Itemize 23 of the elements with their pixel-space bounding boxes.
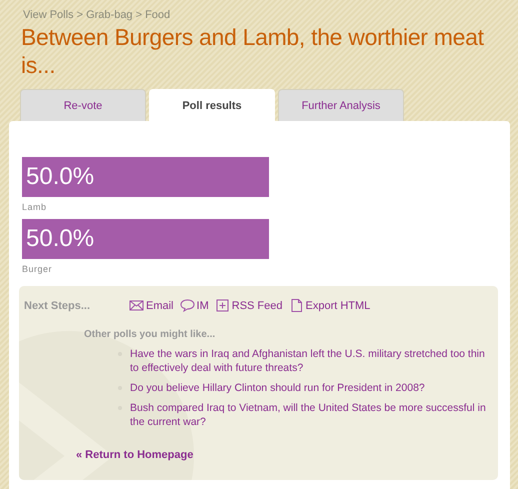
result-label: Burger	[22, 264, 54, 274]
tab[interactable]: Re-vote	[20, 89, 146, 121]
result-bar: 50.0%	[22, 157, 269, 197]
result-bar: 50.0%	[22, 219, 269, 259]
envelope-icon	[129, 298, 144, 313]
poll-link[interactable]: Do you believe Hillary Clinton should run for President in 2008?	[130, 381, 425, 395]
plus-box-icon	[214, 298, 230, 313]
tab[interactable]: Further Analysis	[278, 89, 404, 121]
share-link[interactable]: RSS Feed	[214, 298, 282, 313]
poll-link[interactable]: Bush compared Iraq to Vietnam, will the United States be more successful in the current war?	[130, 401, 490, 429]
document-icon	[288, 298, 304, 313]
share-link[interactable]: Export HTML	[288, 298, 370, 313]
speech-bubble-icon	[180, 298, 195, 313]
result-label: Lamb	[22, 202, 48, 212]
next-steps-heading: Next Steps...	[24, 300, 92, 312]
share-link[interactable]: IM	[180, 298, 209, 313]
poll-title: Between Burgers and Lamb, the worthier meat is...	[21, 23, 485, 79]
tab[interactable]: Poll results	[149, 89, 275, 121]
share-link[interactable]: Email	[129, 298, 174, 313]
breadcrumb: View Polls > Grab-bag > Food	[22, 8, 172, 21]
other-polls-heading: Other polls you might like...	[84, 329, 216, 340]
poll-link[interactable]: Have the wars in Iraq and Afghanistan left the U.S. military stretched too thin to effectively deal with future threats?	[130, 347, 490, 375]
return-link[interactable]: « Return to Homepage	[76, 449, 194, 461]
